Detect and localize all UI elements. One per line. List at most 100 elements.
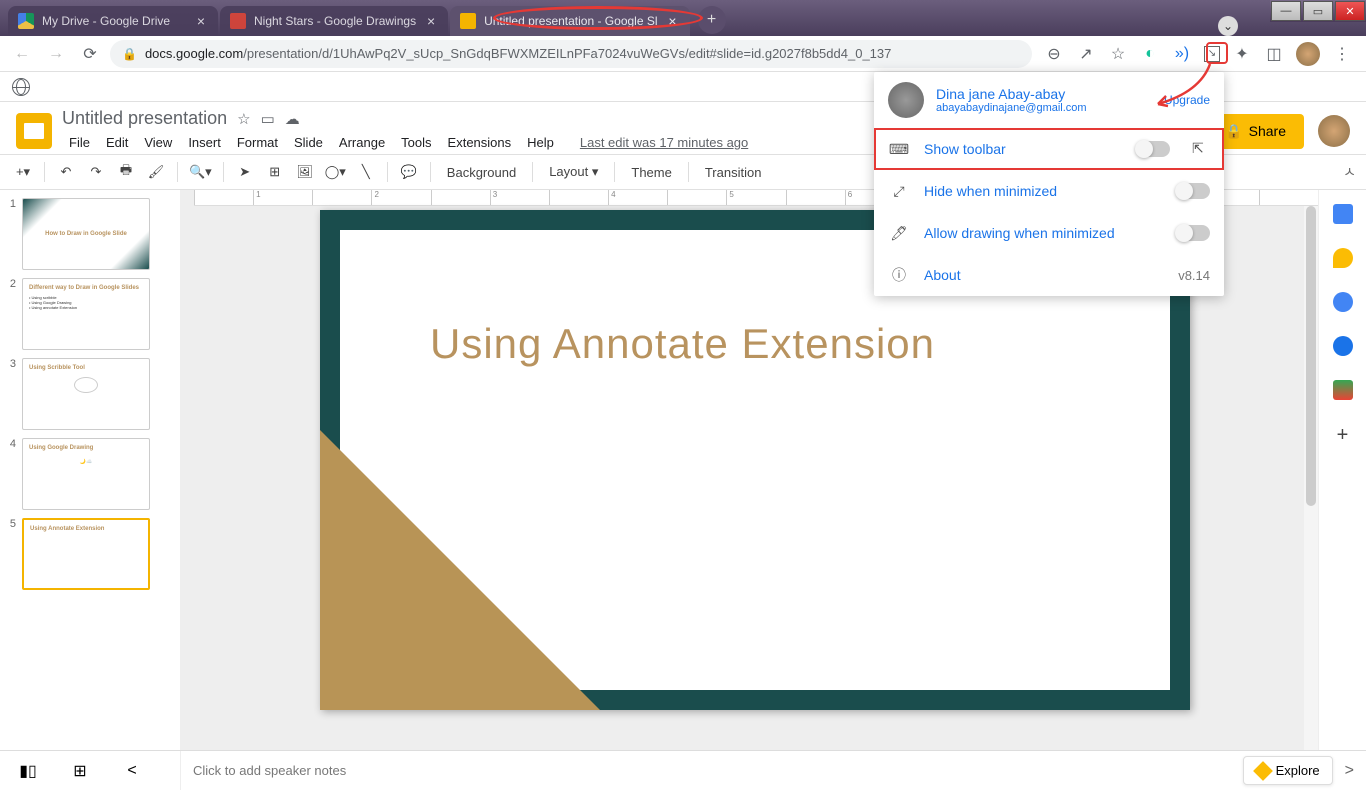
allow-drawing-toggle[interactable] [1176, 225, 1210, 241]
explore-label: Explore [1276, 763, 1320, 778]
hide-minimized-row[interactable]: ⤢ Hide when minimized [874, 170, 1224, 212]
tab-search-button[interactable]: ⌄ [1218, 16, 1238, 36]
slide-thumbnail-2[interactable]: Different way to Draw in Google Slides• … [22, 278, 150, 350]
redo-button[interactable]: ↷ [83, 159, 109, 185]
collapse-panel-button[interactable]: < [118, 761, 146, 781]
menu-view[interactable]: View [137, 131, 179, 154]
background-button[interactable]: Background [439, 165, 524, 180]
lock-icon: 🔒 [1225, 123, 1242, 140]
extension-sound-icon[interactable]: ») [1172, 44, 1192, 64]
bookmark-globe-icon[interactable] [12, 78, 30, 96]
menu-extensions[interactable]: Extensions [441, 131, 519, 154]
hide-minimized-toggle[interactable] [1176, 183, 1210, 199]
tab-close-icon[interactable]: × [424, 14, 438, 28]
menu-slide[interactable]: Slide [287, 131, 330, 154]
extension-grammarly-icon[interactable]: ◐ [1140, 44, 1160, 64]
url-text: docs.google.com/presentation/d/1UhAwPq2V… [145, 46, 891, 61]
window-maximize-button[interactable]: ▭ [1303, 1, 1333, 21]
menu-help[interactable]: Help [520, 131, 561, 154]
slides-logo-icon[interactable] [16, 113, 52, 149]
zoom-button[interactable]: 🔍▾ [186, 159, 215, 185]
line-button[interactable]: ╲ [353, 159, 379, 185]
upgrade-link[interactable]: Upgrade [1164, 93, 1210, 107]
layout-button[interactable]: Layout ▾ [541, 164, 606, 180]
menu-format[interactable]: Format [230, 131, 285, 154]
add-addon-button[interactable]: + [1337, 424, 1349, 447]
side-panel-icon[interactable]: ◫ [1264, 44, 1284, 64]
vertical-scrollbar[interactable] [1304, 206, 1318, 750]
window-minimize-button[interactable]: — [1271, 1, 1301, 21]
new-slide-button[interactable]: +▾ [10, 159, 36, 185]
profile-avatar[interactable] [1296, 42, 1320, 66]
shape-button[interactable]: ◯▾ [322, 159, 349, 185]
tab-drawings[interactable]: Night Stars - Google Drawings × [220, 6, 448, 36]
menu-file[interactable]: File [62, 131, 97, 154]
paint-format-button[interactable]: 🖌 [143, 159, 169, 185]
back-button[interactable]: ← [8, 40, 36, 68]
document-title[interactable]: Untitled presentation [62, 108, 227, 129]
account-avatar[interactable] [1318, 115, 1350, 147]
maps-icon[interactable] [1333, 380, 1353, 400]
tab-title: Night Stars - Google Drawings [254, 14, 416, 28]
filmstrip-view-button[interactable]: ▮▯ [14, 761, 42, 781]
keep-icon[interactable] [1333, 248, 1353, 268]
speaker-notes-input[interactable]: Click to add speaker notes [180, 751, 1231, 790]
share-page-icon[interactable]: ↗ [1076, 44, 1096, 64]
cloud-status-icon[interactable]: ☁ [285, 110, 300, 128]
tasks-icon[interactable] [1333, 292, 1353, 312]
explore-button[interactable]: Explore [1243, 756, 1333, 785]
menu-arrange[interactable]: Arrange [332, 131, 392, 154]
menu-insert[interactable]: Insert [181, 131, 228, 154]
tab-slides[interactable]: Untitled presentation - Google Sl × [450, 6, 689, 36]
calendar-icon[interactable] [1333, 204, 1353, 224]
transition-button[interactable]: Transition [697, 165, 770, 180]
browser-toolbar: ← → ⟳ 🔒 docs.google.com/presentation/d/1… [0, 36, 1366, 72]
select-tool-button[interactable]: ➤ [232, 159, 258, 185]
tab-drive[interactable]: My Drive - Google Drive × [8, 6, 218, 36]
extension-user-avatar [888, 82, 924, 118]
slide-thumbnail-4[interactable]: Using Google Drawing🌙☁️ [22, 438, 150, 510]
chrome-menu-icon[interactable]: ⋮ [1332, 44, 1352, 64]
thumb-number: 5 [6, 518, 16, 590]
menu-tools[interactable]: Tools [394, 131, 438, 154]
tab-close-icon[interactable]: × [666, 14, 680, 28]
share-label: Share [1249, 123, 1286, 139]
zoom-icon[interactable]: ⊖ [1044, 44, 1064, 64]
new-tab-button[interactable]: + [698, 6, 726, 34]
slide-thumbnail-5[interactable]: Using Annotate Extension [22, 518, 150, 590]
slide-thumbnail-1[interactable]: How to Draw in Google Slide [22, 198, 150, 270]
reload-button[interactable]: ⟳ [76, 40, 104, 68]
about-row[interactable]: ⓘ About v8.14 [874, 254, 1224, 296]
star-icon[interactable]: ☆ [237, 110, 250, 128]
slide-decoration [320, 430, 600, 710]
show-toolbar-row[interactable]: ⌨ Show toolbar ⇱ [874, 128, 1224, 170]
address-bar[interactable]: 🔒 docs.google.com/presentation/d/1UhAwPq… [110, 40, 1032, 68]
show-toolbar-toggle[interactable] [1136, 141, 1170, 157]
collapse-toolbar-button[interactable]: ㅅ [1343, 162, 1356, 182]
comment-button[interactable]: 💬 [396, 159, 422, 185]
grid-view-button[interactable]: ⊞ [66, 761, 94, 781]
extension-annotate-icon[interactable]: ↘ [1204, 46, 1220, 62]
print-button[interactable]: 🖶 [113, 159, 139, 185]
allow-drawing-row[interactable]: 🖊 Allow drawing when minimized [874, 212, 1224, 254]
last-edit-link[interactable]: Last edit was 17 minutes ago [573, 131, 755, 154]
forward-button[interactable]: → [42, 40, 70, 68]
version-text: v8.14 [1178, 268, 1210, 283]
thumb-number: 4 [6, 438, 16, 510]
tab-close-icon[interactable]: × [194, 14, 208, 28]
window-close-button[interactable]: ✕ [1335, 1, 1365, 21]
bookmark-star-icon[interactable]: ☆ [1108, 44, 1128, 64]
slide-title-text[interactable]: Using Annotate Extension [430, 320, 935, 368]
extensions-puzzle-icon[interactable]: ✦ [1232, 44, 1252, 64]
slide-thumbnail-3[interactable]: Using Scribble Tool [22, 358, 150, 430]
move-folder-icon[interactable]: ▭ [261, 110, 275, 128]
popout-icon[interactable]: ⇱ [1192, 140, 1210, 158]
menu-edit[interactable]: Edit [99, 131, 135, 154]
image-button[interactable]: 🖼 [292, 159, 318, 185]
drive-favicon-icon [18, 13, 34, 29]
textbox-button[interactable]: ⊞ [262, 159, 288, 185]
show-side-panel-button[interactable]: > [1345, 762, 1354, 780]
theme-button[interactable]: Theme [623, 165, 679, 180]
contacts-icon[interactable] [1333, 336, 1353, 356]
undo-button[interactable]: ↶ [53, 159, 79, 185]
